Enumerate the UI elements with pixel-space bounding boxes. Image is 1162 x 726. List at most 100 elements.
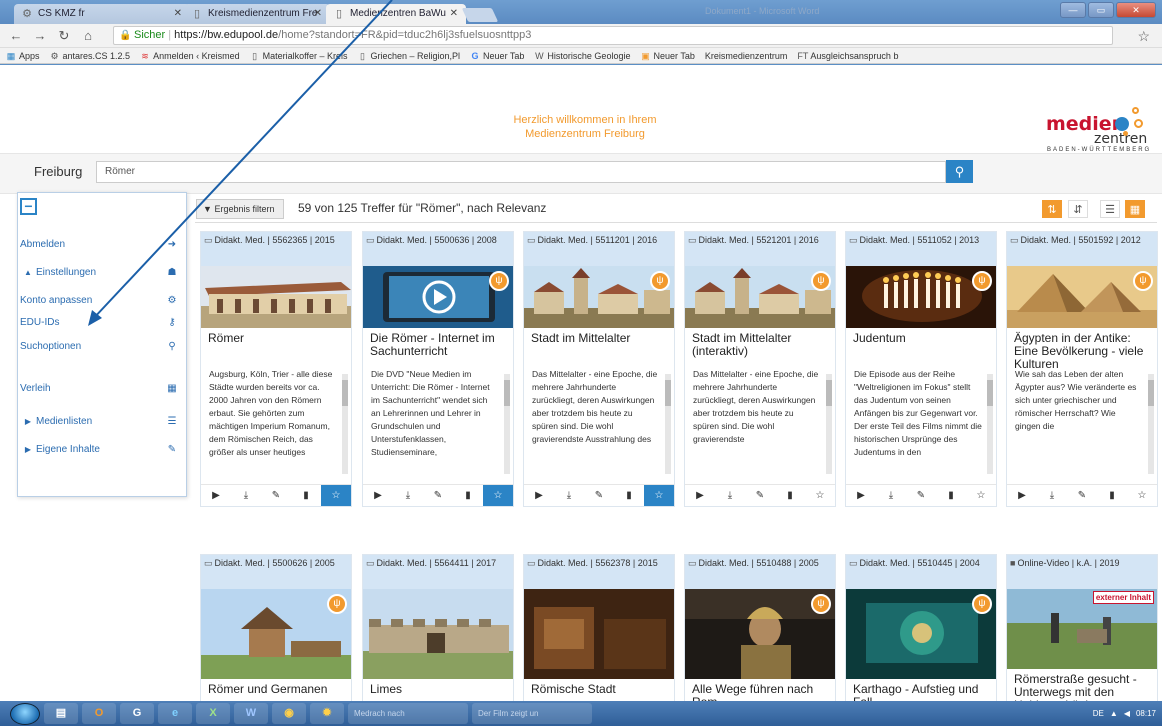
result-card[interactable]: ▭ Didakt. Med. | 5500626 | 2005 ψ Römer u… <box>200 554 352 701</box>
clock[interactable]: 08:17 <box>1136 709 1156 718</box>
scrollbar[interactable] <box>1148 374 1154 474</box>
play-icon[interactable]: ▶ <box>846 485 876 506</box>
scrollbar[interactable] <box>826 374 832 474</box>
result-card[interactable]: ▭ Didakt. Med. | 5562378 | 2015 Römische … <box>523 554 675 701</box>
card-thumbnail[interactable]: ψ <box>685 266 835 328</box>
start-button[interactable] <box>10 702 40 725</box>
tab-cs-kmz[interactable]: ⚙ CS KMZ fr ✕ <box>14 4 190 24</box>
sidebar-item-einstellungen[interactable]: ▲ Einstellungen ☗ <box>18 265 186 281</box>
bookmark-antares[interactable]: ⚙ antares.CS 1.2.5 <box>50 51 130 61</box>
edit-icon[interactable]: ✎ <box>261 485 291 506</box>
result-card[interactable]: ▭ Didakt. Med. | 5500636 | 2008 ψ Die Röm… <box>362 231 514 507</box>
bookmark-neuer-tab[interactable]: G Neuer Tab <box>470 51 525 61</box>
favorite-star-icon[interactable]: ☆ <box>644 485 674 506</box>
bookmark-ausgleichsanspruch[interactable]: FT Ausgleichsanspruch b <box>797 51 898 61</box>
download-icon[interactable]: ⤓ <box>1037 485 1067 506</box>
document-icon[interactable]: ▮ <box>936 485 966 506</box>
card-title[interactable]: Römer <box>201 328 351 368</box>
bookmark-griechen[interactable]: ▯ Griechen – Religion,Pl <box>357 51 460 61</box>
edit-icon[interactable]: ✎ <box>1067 485 1097 506</box>
bookmark-apps[interactable]: ▦ Apps <box>6 51 40 61</box>
edit-icon[interactable]: ✎ <box>906 485 936 506</box>
scrollbar[interactable] <box>987 374 993 474</box>
card-title[interactable]: Limes <box>363 679 513 701</box>
window-close-button[interactable]: ✕ <box>1116 2 1156 18</box>
word-taskbar-icon[interactable]: W <box>234 703 268 724</box>
download-icon[interactable]: ⤓ <box>554 485 584 506</box>
play-icon[interactable]: ▶ <box>1007 485 1037 506</box>
sort-relevance-button[interactable]: ⇅ <box>1042 200 1062 218</box>
collapse-menu-button[interactable]: − <box>20 198 37 215</box>
result-card[interactable]: ■ Online-Video | k.A. | 2019 externer Inh… <box>1006 554 1158 701</box>
forward-icon[interactable]: → <box>32 28 48 44</box>
card-thumbnail[interactable]: ψ <box>1007 266 1157 328</box>
card-thumbnail[interactable]: ψ <box>524 266 674 328</box>
sidebar-item-abmelden[interactable]: Abmelden ➜ <box>18 237 186 253</box>
bookmark-anmelden[interactable]: ≋ Anmelden ‹ Kreismed <box>140 51 239 61</box>
scrollbar[interactable] <box>665 374 671 474</box>
card-title[interactable]: Die Römer - Internet im Sachunterricht <box>363 328 513 368</box>
google-taskbar-icon[interactable]: G <box>120 703 154 724</box>
sidebar-item-verleih[interactable]: Verleih ▦ <box>18 381 186 397</box>
network-icon[interactable]: ▲ <box>1110 709 1118 718</box>
list-view-button[interactable]: ☰ <box>1100 200 1120 218</box>
office-taskbar-icon[interactable]: O <box>82 703 116 724</box>
bookmark-star-icon[interactable]: ☆ <box>1137 28 1150 44</box>
bookmark-historische-geologie[interactable]: W Historische Geologie <box>534 51 630 61</box>
card-title[interactable]: Judentum <box>846 328 996 368</box>
chrome-taskbar-icon[interactable]: ◉ <box>272 703 306 724</box>
document-icon[interactable]: ▮ <box>453 485 483 506</box>
maximize-button[interactable]: ▭ <box>1088 2 1114 18</box>
edit-icon[interactable]: ✎ <box>584 485 614 506</box>
result-card[interactable]: ▭ Didakt. Med. | 5564411 | 2017 Limes <box>362 554 514 701</box>
bookmark-materialkoffer[interactable]: ▯ Materialkoffer – Kreis <box>250 51 347 61</box>
play-icon[interactable]: ▶ <box>201 485 231 506</box>
tab-medienzentren[interactable]: ▯ Medienzentren BaWu ✕ <box>326 4 466 24</box>
favorite-star-icon[interactable]: ☆ <box>1127 485 1157 506</box>
document-icon[interactable]: ▮ <box>614 485 644 506</box>
favorite-star-icon[interactable]: ☆ <box>805 485 835 506</box>
sort-alpha-button[interactable]: ⇵ <box>1068 200 1088 218</box>
card-thumbnail[interactable] <box>201 266 351 328</box>
tab-kreismedienzentrum[interactable]: ▯ Kreismedienzentrum Fre ✕ <box>184 4 330 24</box>
download-icon[interactable]: ⤓ <box>231 485 261 506</box>
address-bar[interactable]: 🔒 Sicher | https://bw.edupool.de/home?st… <box>113 26 1113 45</box>
card-thumbnail[interactable]: ψ <box>201 589 351 679</box>
filter-results-button[interactable]: ▼ Ergebnis filtern <box>196 199 284 219</box>
language-indicator[interactable]: DE <box>1093 709 1104 718</box>
card-title[interactable]: Römische Stadt <box>524 679 674 701</box>
play-icon[interactable]: ▶ <box>685 485 715 506</box>
card-thumbnail[interactable] <box>524 589 674 679</box>
card-thumbnail[interactable]: ψ <box>846 266 996 328</box>
search-button[interactable]: ⚲ <box>946 160 973 183</box>
document-icon[interactable]: ▮ <box>775 485 805 506</box>
play-icon[interactable]: ▶ <box>363 485 393 506</box>
taskbar-window[interactable]: Medrach nach <box>348 703 468 724</box>
ie-taskbar-icon[interactable]: e <box>158 703 192 724</box>
favorite-star-icon[interactable]: ☆ <box>966 485 996 506</box>
sidebar-item-eigene-inhalte[interactable]: ▶ Eigene Inhalte ✎ <box>18 442 186 458</box>
favorite-star-icon[interactable]: ☆ <box>483 485 513 506</box>
download-icon[interactable]: ⤓ <box>393 485 423 506</box>
result-card[interactable]: ▭ Didakt. Med. | 5521201 | 2016 ψ Stadt i… <box>684 231 836 507</box>
excel-taskbar-icon[interactable]: X <box>196 703 230 724</box>
app-taskbar-icon[interactable]: ✹ <box>310 703 344 724</box>
edit-icon[interactable]: ✎ <box>423 485 453 506</box>
card-title[interactable]: Karthago - Aufstieg und Fall <box>846 679 996 702</box>
new-tab-button[interactable] <box>461 8 499 22</box>
card-thumbnail[interactable]: ψ <box>363 266 513 328</box>
card-title[interactable]: Ägypten in der Antike: Eine Bevölkerung … <box>1007 328 1157 369</box>
sidebar-item-suchoptionen[interactable]: Suchoptionen ⚲ <box>18 339 186 355</box>
reload-icon[interactable]: ↻ <box>56 28 72 44</box>
close-icon[interactable]: ✕ <box>174 4 182 24</box>
result-card[interactable]: ▭ Didakt. Med. | 5501592 | 2012 ψ Ägypten… <box>1006 231 1158 507</box>
sidebar-item-medienlisten[interactable]: ▶ Medienlisten ☰ <box>18 414 186 430</box>
result-card[interactable]: ▭ Didakt. Med. | 5562365 | 2015 Römer Aug… <box>200 231 352 507</box>
card-title[interactable]: Römerstraße gesucht - Unterwegs mit den … <box>1007 669 1157 702</box>
card-thumbnail[interactable]: ψ <box>685 589 835 679</box>
favorite-star-icon[interactable]: ☆ <box>321 485 351 506</box>
taskbar-window[interactable]: Der Film zeigt un <box>472 703 592 724</box>
document-icon[interactable]: ▮ <box>1097 485 1127 506</box>
explorer-taskbar-icon[interactable]: ▤ <box>44 703 78 724</box>
medienzentren-logo[interactable]: medien zentren BADEN-WÜRTTEMBERG <box>1030 103 1155 153</box>
